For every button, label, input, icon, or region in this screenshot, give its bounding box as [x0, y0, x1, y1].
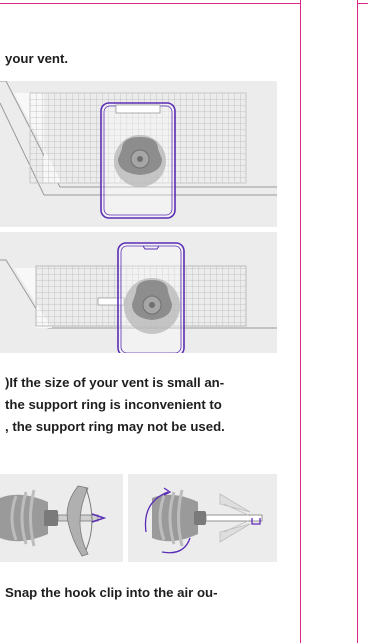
vent-mount-horizontal-illustration	[0, 232, 277, 353]
step-next-text: Snap the hook clip into the air ou-	[5, 585, 218, 600]
note-line-1: )If the size of your vent is small an-	[5, 375, 225, 390]
note-line-3: , the support ring may not be used.	[5, 419, 225, 434]
step-intro-text: your vent.	[5, 51, 69, 66]
note-line-2: the support ring is inconvenient to	[5, 397, 222, 412]
hook-clip-rotate-illustration	[128, 474, 277, 562]
hook-clip-assembly-illustration	[0, 474, 123, 562]
vent-mount-vertical-illustration	[0, 81, 277, 227]
next-page-frame	[357, 0, 368, 643]
